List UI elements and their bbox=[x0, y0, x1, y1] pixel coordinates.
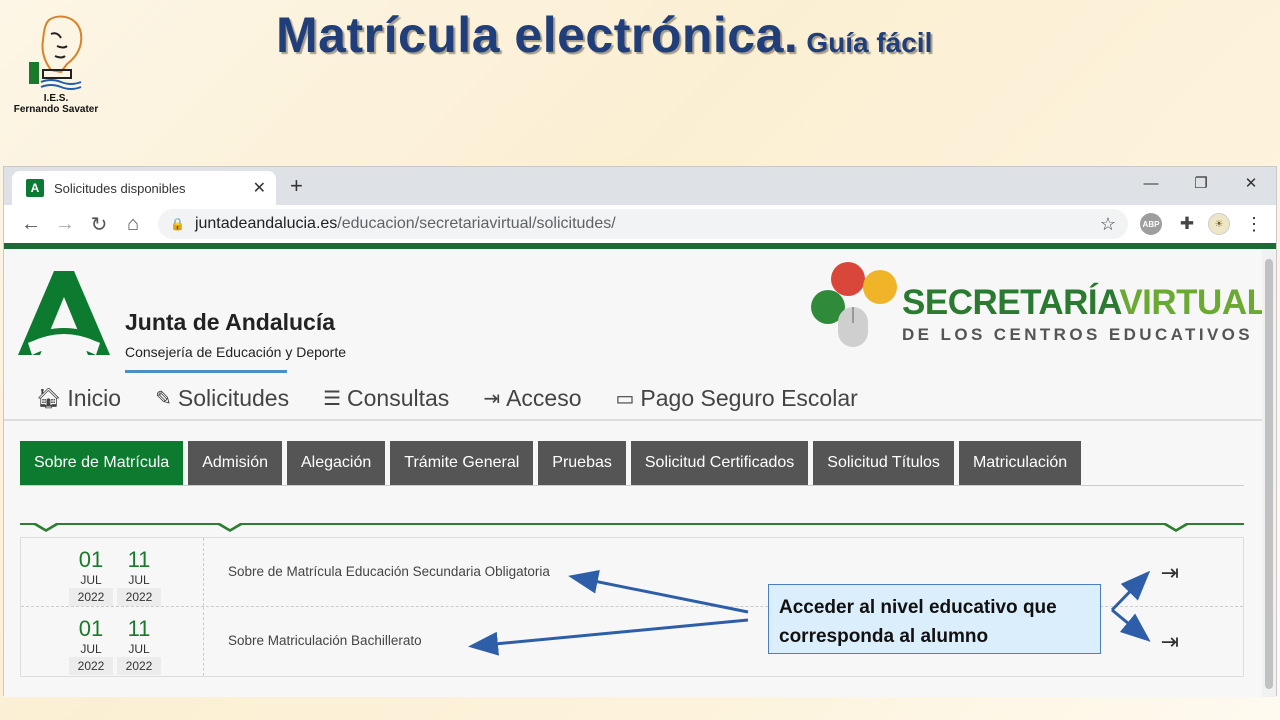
arrow-to-bachillerato-icon bbox=[468, 618, 749, 656]
arrow-to-enter-eso-icon bbox=[1110, 570, 1151, 612]
arrow-to-enter-bach-icon bbox=[1111, 608, 1151, 642]
annotation-arrows bbox=[468, 569, 1151, 656]
arrow-to-eso-icon bbox=[568, 569, 749, 614]
